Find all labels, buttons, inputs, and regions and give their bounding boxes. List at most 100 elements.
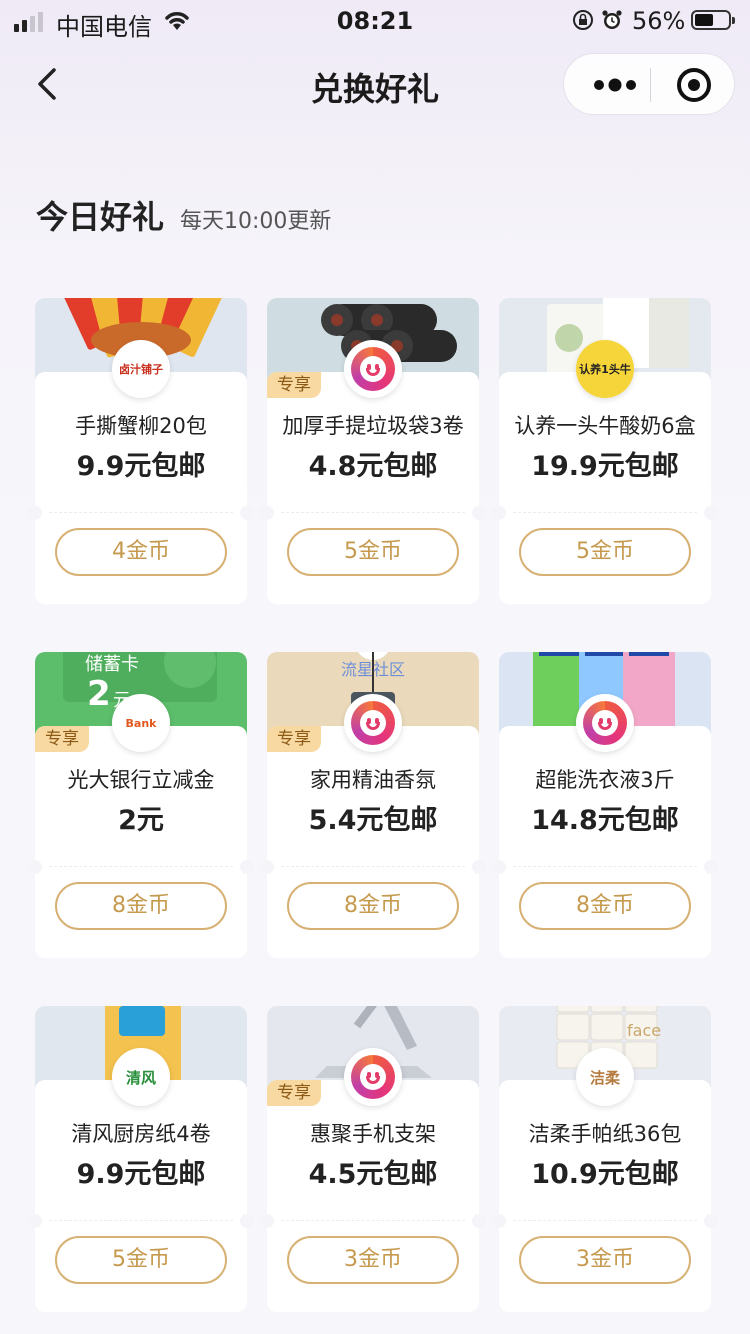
card-divider xyxy=(49,512,233,513)
card-notch xyxy=(704,860,718,874)
voucher-label: 储蓄卡 xyxy=(85,654,139,675)
pinwheel-face xyxy=(592,710,618,736)
nav-bar: 兑换好礼 xyxy=(0,50,750,120)
huiju-pinwheel-icon xyxy=(351,1055,395,1099)
card-notch xyxy=(240,1214,254,1228)
product-card[interactable]: 储蓄卡2元Bank专享光大银行立减金2元8金币 xyxy=(28,652,254,958)
product-price: 5.4元包邮 xyxy=(308,805,438,836)
product-name: 光大银行立减金 xyxy=(67,768,215,792)
pinwheel-face xyxy=(360,1064,386,1090)
card-divider xyxy=(513,512,697,513)
redeem-coins-button[interactable]: 5金币 xyxy=(519,528,691,576)
product-price: 4.8元包邮 xyxy=(308,451,438,482)
product-price: 4.5元包邮 xyxy=(308,1159,438,1190)
brand-logo-text: 清风 xyxy=(125,1068,156,1087)
pinwheel-smile xyxy=(366,722,380,730)
exclusive-badge: 专享 xyxy=(267,1080,321,1106)
card-notch xyxy=(28,1214,42,1228)
rotation-lock-and-alarm-icons xyxy=(573,10,622,30)
pinwheel-smile xyxy=(598,722,612,730)
product-card[interactable]: 认养1头牛认养一头牛酸奶6盒 19.9元包邮 5金币 xyxy=(492,298,718,604)
product-price: 19.9元包邮 xyxy=(531,451,679,482)
close-target-icon[interactable] xyxy=(674,65,714,105)
product-name: 家用精油香氛 xyxy=(310,768,436,792)
section-title: 今日好礼 xyxy=(36,198,165,236)
redeem-coins-button[interactable]: 3金币 xyxy=(519,1236,691,1284)
card-notch xyxy=(240,506,254,520)
product-name: 超能洗衣液3斤 xyxy=(535,768,675,792)
card-notch xyxy=(260,860,274,874)
card-divider xyxy=(49,866,233,867)
product-price: 2元 xyxy=(118,805,164,836)
redeem-coins-button[interactable]: 3金币 xyxy=(287,1236,459,1284)
more-icon[interactable] xyxy=(590,76,640,94)
huiju-logo xyxy=(576,694,634,752)
exclusive-badge: 专享 xyxy=(267,726,321,752)
brand-logo-text: 卤汁铺子 xyxy=(119,363,163,376)
product-card[interactable]: 清风清风厨房纸4卷 9.9元包邮 5金币 xyxy=(28,1006,254,1312)
product-name: 洁柔手帕纸36包 xyxy=(528,1122,682,1146)
card-notch xyxy=(260,1214,274,1228)
product-name: 加厚手提垃圾袋3卷 xyxy=(282,414,464,438)
huiju-pinwheel-icon xyxy=(351,701,395,745)
product-card[interactable]: face 洁柔 洁柔手帕纸36包 10.9元包邮 3金币 xyxy=(492,1006,718,1312)
card-divider xyxy=(49,1220,233,1221)
redeem-coins-button[interactable]: 8金币 xyxy=(519,882,691,930)
card-notch xyxy=(472,860,486,874)
card-divider xyxy=(513,866,697,867)
card-notch xyxy=(260,506,274,520)
card-divider xyxy=(281,1220,465,1221)
capsule-divider xyxy=(650,68,651,102)
product-card[interactable]: 卤汁铺子手撕蟹柳20包 9.9元包邮 4金币 xyxy=(28,298,254,604)
redeem-coins-button[interactable]: 5金币 xyxy=(55,1236,227,1284)
product-name: 认养一头牛酸奶6盒 xyxy=(514,414,696,438)
qingfeng-logo: 清风 xyxy=(112,1048,170,1106)
redeem-coins-button[interactable]: 5金币 xyxy=(287,528,459,576)
huiju-logo xyxy=(344,694,402,752)
product-price: 9.9元包邮 xyxy=(76,1159,206,1190)
product-card[interactable]: 流星社区专享家用精油香氛 5.4元包邮 8金币 xyxy=(260,652,486,958)
product-card[interactable]: 专享加厚手提垃圾袋3卷 4.8元包邮 5金币 xyxy=(260,298,486,604)
section-subtitle: 每天10:00更新 xyxy=(180,209,332,234)
huiju-logo xyxy=(344,1048,402,1106)
card-notch xyxy=(492,506,506,520)
brand-logo-text: Bank xyxy=(125,716,157,730)
voucher-amount: 2 xyxy=(87,674,111,714)
exclusive-badge: 专享 xyxy=(267,372,321,398)
section-header: 今日好礼 每天10:00更新 xyxy=(36,192,331,238)
battery-percent: 56% xyxy=(632,7,686,35)
product-card[interactable]: 专享惠聚手机支架 4.5元包邮 3金币 xyxy=(260,1006,486,1312)
image-overlay-text: 流星社区 xyxy=(340,660,405,679)
card-notch xyxy=(492,860,506,874)
card-notch xyxy=(492,1214,506,1228)
redeem-coins-button[interactable]: 8金币 xyxy=(287,882,459,930)
pinwheel-face xyxy=(360,710,386,736)
redeem-coins-button[interactable]: 4金币 xyxy=(55,528,227,576)
bank-logo: Bank xyxy=(112,694,170,752)
renyang-cow-logo: 认养1头牛 xyxy=(576,340,634,398)
huiju-pinwheel-icon xyxy=(583,701,627,745)
card-notch xyxy=(472,506,486,520)
brand-logo-text: 认养1头牛 xyxy=(579,363,631,376)
jierou-logo: 洁柔 xyxy=(576,1048,634,1106)
product-price: 10.9元包邮 xyxy=(531,1159,679,1190)
product-name: 惠聚手机支架 xyxy=(310,1122,436,1146)
product-card[interactable]: 超能洗衣液3斤 14.8元包邮 8金币 xyxy=(492,652,718,958)
product-price: 14.8元包邮 xyxy=(531,805,679,836)
card-notch xyxy=(28,506,42,520)
pinwheel-face xyxy=(360,356,386,382)
redeem-coins-button[interactable]: 8金币 xyxy=(55,882,227,930)
huiju-pinwheel-icon xyxy=(351,347,395,391)
card-notch xyxy=(704,1214,718,1228)
card-notch xyxy=(704,506,718,520)
product-price: 9.9元包邮 xyxy=(76,451,206,482)
product-name: 清风厨房纸4卷 xyxy=(71,1122,211,1146)
card-notch xyxy=(240,860,254,874)
card-notch xyxy=(28,860,42,874)
huiju-logo xyxy=(344,340,402,398)
battery-icon xyxy=(691,10,735,30)
card-divider xyxy=(513,1220,697,1221)
lujiangfu-brand-logo: 卤汁铺子 xyxy=(112,340,170,398)
pinwheel-smile xyxy=(366,1076,380,1084)
product-name: 手撕蟹柳20包 xyxy=(75,414,207,438)
